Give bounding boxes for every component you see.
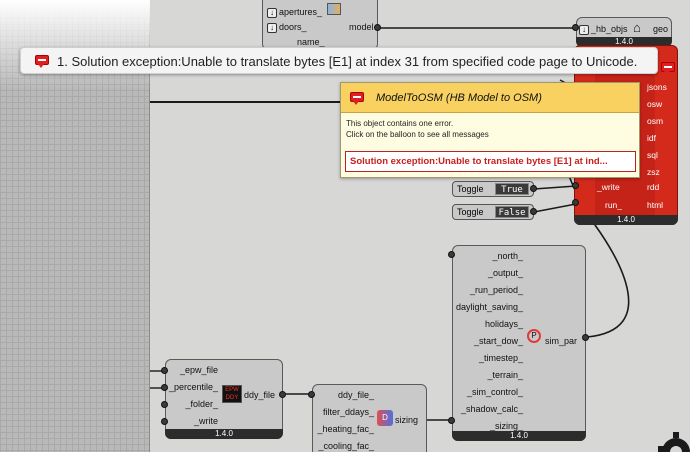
port-simpar-out[interactable] xyxy=(582,334,589,341)
input-hb-objs: _hb_objs xyxy=(591,24,628,34)
toggle-value[interactable]: False xyxy=(495,206,529,218)
output-sim-par: sim_par xyxy=(545,336,578,346)
port-ddy-folder-in[interactable] xyxy=(161,401,168,408)
port-run-in[interactable] xyxy=(572,199,579,206)
input-percentile: _percentile_ xyxy=(168,382,218,392)
port-ddy-epw-in[interactable] xyxy=(161,367,168,374)
hb-model-component[interactable]: ↓ apertures_ ↓ doors_ name_ model xyxy=(262,0,378,50)
port-sizing-in-ddy[interactable] xyxy=(308,391,315,398)
gear-icon xyxy=(658,432,690,452)
error-balloon-icon[interactable] xyxy=(661,62,675,75)
input-filter-ddays: filter_ddays_ xyxy=(322,407,374,417)
toggle-false[interactable]: Toggle False xyxy=(452,204,534,220)
port-ddy-percentile-in[interactable] xyxy=(161,384,168,391)
output-ddy-file: ddy_file xyxy=(244,390,276,400)
error-balloon-icon[interactable] xyxy=(350,92,364,105)
toggle-label: Toggle xyxy=(457,207,484,217)
sizing-component[interactable]: ddy_file_ filter_ddays_ _heating_fac_ _c… xyxy=(312,384,427,452)
input-heating-fac: _heating_fac_ xyxy=(317,424,374,434)
port-hbobjs-in[interactable] xyxy=(572,24,579,31)
input-north: _north_ xyxy=(492,251,523,261)
output-osw: osw xyxy=(647,99,663,109)
error-balloon-icon xyxy=(35,55,49,68)
error-message-bar[interactable]: 1. Solution exception:Unable to translat… xyxy=(20,47,658,74)
input-ddy-file: ddy_file_ xyxy=(337,390,374,400)
ddy-component[interactable]: _epw_file _percentile_ _folder_ _write E… xyxy=(165,359,283,439)
input-output: _output_ xyxy=(487,268,523,278)
tooltip-error-message[interactable]: Solution exception:Unable to translate b… xyxy=(345,151,636,172)
port-ddy-out[interactable] xyxy=(279,391,286,398)
down-arrow-icon: ↓ xyxy=(267,22,277,33)
input-write: _write xyxy=(597,182,620,192)
input-sim-control: _sim_control_ xyxy=(466,387,523,397)
grasshopper-canvas[interactable]: ↓ apertures_ ↓ doors_ name_ model ↓ _hb_obj… xyxy=(0,0,690,452)
wire-true-to-write xyxy=(533,185,577,190)
output-sql: sql xyxy=(647,150,658,160)
error-message-text: 1. Solution exception:Unable to translat… xyxy=(57,54,638,69)
output-model: model xyxy=(349,22,374,32)
input-terrain: _terrain_ xyxy=(487,370,523,380)
hb-objs-component[interactable]: ↓ _hb_objs ⌂ geo 1.4.0 xyxy=(576,17,672,47)
port-toggle-false-out[interactable] xyxy=(530,208,537,215)
port-toggle-true-out[interactable] xyxy=(530,185,537,192)
input-shadow-calc: _shadow_calc_ xyxy=(460,404,523,414)
toggle-label: Toggle xyxy=(457,184,484,194)
input-run-period: _run_period_ xyxy=(469,285,523,295)
output-sizing: sizing xyxy=(395,415,419,425)
tooltip-line-1: This object contains one error. xyxy=(346,119,454,128)
tooltip-title: ModelToOSM (HB Model to OSM) xyxy=(376,92,542,104)
output-geo: geo xyxy=(653,24,669,34)
input-folder: _folder_ xyxy=(185,399,218,409)
output-jsons: jsons xyxy=(647,82,667,92)
input-timestep: _timestep_ xyxy=(478,353,523,363)
input-doors: doors_ xyxy=(279,22,307,32)
component-tooltip: ModelToOSM (HB Model to OSM) This object… xyxy=(340,82,640,178)
port-write-in[interactable] xyxy=(572,182,579,189)
output-osm: osm xyxy=(647,116,664,126)
input-apertures: apertures_ xyxy=(279,7,323,17)
input-write: _write xyxy=(193,416,218,426)
output-idf: idf xyxy=(647,133,656,143)
output-rdd: rdd xyxy=(647,182,660,192)
input-cooling-fac: _cooling_fac_ xyxy=(318,441,374,451)
input-start-dow: _start_dow_ xyxy=(473,336,523,346)
tooltip-line-2: Click on the balloon to see all messages xyxy=(346,130,489,139)
port-model-out[interactable] xyxy=(374,24,381,31)
down-arrow-icon: ↓ xyxy=(579,24,589,35)
port-simpar-sizing-in[interactable] xyxy=(448,417,455,424)
port-simpar-in[interactable] xyxy=(448,251,455,258)
model-icon xyxy=(327,3,341,15)
output-zsz: zsz xyxy=(647,167,660,177)
down-arrow-icon: ↓ xyxy=(267,7,277,18)
version-label: 1.4.0 xyxy=(452,431,586,441)
sim-par-icon: P xyxy=(527,329,541,343)
toggle-value[interactable]: True xyxy=(495,183,529,195)
version-label: 1.4.0 xyxy=(574,215,678,225)
input-daylight-saving: daylight_saving_ xyxy=(455,302,523,312)
output-html: html xyxy=(647,200,664,210)
house-icon: ⌂ xyxy=(633,20,641,35)
input-epw-file: _epw_file xyxy=(179,365,218,375)
input-run: run_ xyxy=(605,200,623,210)
sim-par-component[interactable]: _north_ _output_ _run_period_ daylight_s… xyxy=(452,245,586,441)
port-ddy-write-in[interactable] xyxy=(161,418,168,425)
sizing-icon: D xyxy=(377,410,393,426)
wire-false-to-run xyxy=(533,203,577,213)
input-holidays: holidays_ xyxy=(484,319,523,329)
version-label: 1.4.0 xyxy=(165,429,283,439)
toggle-true[interactable]: Toggle True xyxy=(452,181,534,197)
epw-ddy-icon: EPW DDY xyxy=(222,385,242,403)
